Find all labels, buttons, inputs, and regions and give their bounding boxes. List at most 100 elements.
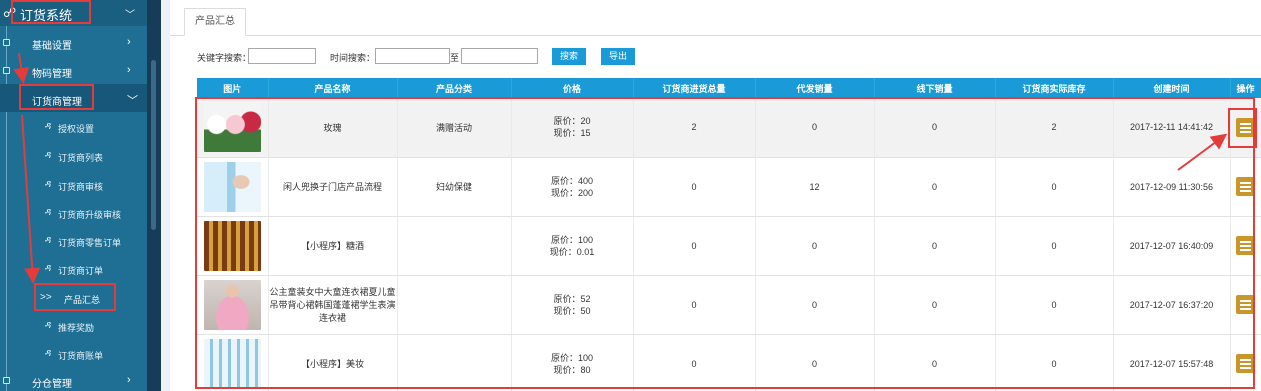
product-image-dress [203,279,261,330]
menu-label: 订货商管理 [32,97,82,108]
table-row: 闲人兜换子门店产品流程 妇幼保健 原价：400 现价：200 0 12 0 0 2… [197,157,1261,217]
product-price: 原价：100 现价：80 [511,334,634,391]
sitemap-icon: ☍ [3,5,17,20]
product-name: 公主童装女中大童连衣裙夏儿童吊带背心裙韩国蓬蓬裙学生表演连衣裙 [268,275,398,335]
chevron-down-icon: ﹀ [125,10,135,21]
list-icon[interactable] [1236,295,1255,314]
menu-basic-settings[interactable]: 基础设置 › [0,28,147,56]
current-price: 现价：15 [553,128,591,139]
product-image-cell [197,157,269,217]
double-chevron-right-icon: >> [40,292,52,303]
time-to-label: 至 [450,53,460,63]
product-category [397,334,512,391]
action-cell [1230,334,1261,391]
submenu-upgrade-review[interactable]: ዳ 订货商升级审核 [0,198,147,227]
offline-sales: 0 [874,157,996,217]
list-icon[interactable] [1236,177,1255,196]
product-table: 图片 产品名称 产品分类 价格 订货商进货总量 代发销量 线下销量 订货商实际库… [197,78,1261,391]
menu-warehouse-management[interactable]: 分仓管理 › [0,366,147,391]
submenu-referral-rewards[interactable]: ዳ 推荐奖励 [0,311,147,340]
dealer-stock: 0 [995,334,1114,391]
chevron-right-icon: › [127,36,131,48]
keyword-label: 关键字搜索： [197,53,252,63]
submenu-auth-settings[interactable]: ዳ 授权设置 [0,112,147,141]
col-header: 创建时间 [1113,78,1231,98]
chevron-right-icon: › [127,64,131,76]
dealer-stock: 0 [995,216,1114,276]
user-group-icon: ዳ [45,348,52,359]
submenu-dealer-bills[interactable]: ዳ 订货商账单 [0,339,147,368]
time-from-input[interactable] [375,48,450,64]
product-price: 原价：52 现价：50 [511,275,634,335]
user-group-icon: ዳ [45,179,52,190]
dealer-stock: 0 [995,275,1114,335]
col-header: 产品名称 [268,78,398,98]
original-price: 原价：100 [550,234,594,245]
search-bar: 关键字搜索： 时间搜索： 至 搜索 导出 [197,48,1257,66]
product-image-cell [197,216,269,276]
list-icon[interactable] [1236,354,1255,373]
time-to-input[interactable] [461,48,538,64]
submenu-retail-orders[interactable]: ዳ 订货商零售订单 [0,226,147,255]
sidebar-scrollbar-thumb[interactable] [151,60,156,230]
menu-label: 分仓管理 [32,379,72,390]
product-image-skincare [203,161,261,212]
action-cell [1230,98,1261,158]
user-group-icon: ዳ [45,235,52,246]
time-label: 时间搜索： [330,53,376,63]
col-header: 价格 [511,78,634,98]
dropship-sales: 0 [755,98,875,158]
product-image-cell [197,275,269,335]
tab-product-summary[interactable]: 产品汇总 [184,8,246,36]
original-price: 原价：400 [550,175,594,186]
keyword-input[interactable] [248,48,316,64]
submenu-dealer-orders[interactable]: ዳ 订货商订单 [0,254,147,283]
product-price: 原价：400 现价：200 [511,157,634,217]
offline-sales: 0 [874,216,996,276]
dropship-sales: 0 [755,275,875,335]
submenu-dealer-list[interactable]: ዳ 订货商列表 [0,141,147,170]
product-name: 闲人兜换子门店产品流程 [268,157,398,217]
table-header-row: 图片 产品名称 产品分类 价格 订货商进货总量 代发销量 线下销量 订货商实际库… [197,78,1261,98]
dealer-purchase-total: 0 [633,216,756,276]
col-header: 线下销量 [874,78,996,98]
action-cell [1230,157,1261,217]
table-row: 【小程序】美妆 原价：100 现价：80 0 0 0 0 2017-12-07 1… [197,334,1261,391]
product-name: 【小程序】美妆 [268,334,398,391]
submenu-label: 推荐奖励 [58,323,95,333]
product-name: 【小程序】糖酒 [268,216,398,276]
tab-bar: 产品汇总 [170,0,1261,36]
table-row: 玫瑰 满赠活动 原价：20 现价：15 2 0 0 2 2017-12-11 14… [197,98,1261,158]
dropship-sales: 12 [755,157,875,217]
export-button[interactable]: 导出 [601,48,635,65]
menu-dealer-management[interactable]: 订货商管理 ﹀ [0,84,147,112]
table-row: 【小程序】糖酒 原价：100 现价：0.01 0 0 0 0 2017-12-07… [197,216,1261,276]
original-price: 原价：100 [550,352,594,363]
submenu-label: 订货商列表 [58,153,104,163]
submenu-product-summary[interactable]: >> 产品汇总 [0,283,147,312]
created-time: 2017-12-07 16:37:20 [1113,275,1231,335]
chevron-right-icon: › [127,374,131,386]
current-price: 现价：0.01 [549,246,595,257]
user-group-icon: ዳ [45,320,52,331]
original-price: 原价：52 [553,293,591,304]
dealer-stock: 2 [995,98,1114,158]
submenu-dealer-review[interactable]: ዳ 订货商审核 [0,170,147,199]
submenu-label: 订货商升级审核 [58,210,122,220]
submenu-label: 产品汇总 [64,295,101,305]
product-image-roses [203,102,261,153]
list-icon[interactable] [1236,236,1255,255]
dropship-sales: 0 [755,334,875,391]
user-group-icon: ዳ [45,207,52,218]
menu-label: 基础设置 [32,41,72,52]
user-group-icon: ዳ [45,150,52,161]
current-price: 现价：50 [553,305,591,316]
sidebar-header[interactable]: ☍ 订货系统 ﹀ [0,0,147,26]
menu-code-management[interactable]: 物码管理 › [0,56,147,84]
list-icon[interactable] [1236,117,1255,137]
search-button[interactable]: 搜索 [552,48,586,65]
product-image-cell [197,98,269,158]
product-image-cell [197,334,269,391]
submenu-label: 订货商审核 [58,182,104,192]
created-time: 2017-12-11 14:41:42 [1113,98,1231,158]
